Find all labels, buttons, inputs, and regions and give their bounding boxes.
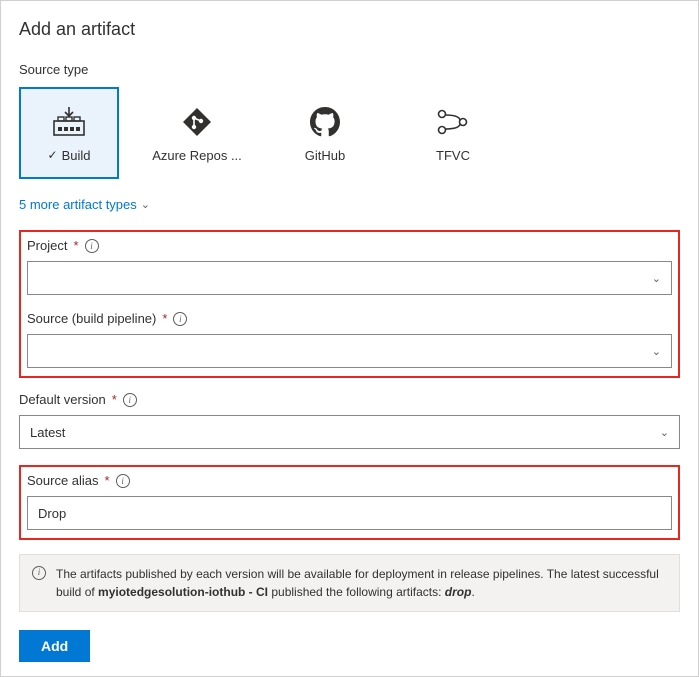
page-title: Add an artifact [19, 19, 680, 40]
source-pipeline-label: Source (build pipeline) [27, 311, 156, 326]
source-pipeline-field: Source (build pipeline) * i ⌄ [27, 311, 672, 368]
source-type-build-label: ✓ Build [48, 148, 91, 163]
info-icon[interactable]: i [116, 474, 130, 488]
chevron-down-icon: ⌄ [652, 272, 661, 285]
git-icon [182, 104, 212, 140]
info-banner: i The artifacts published by each versio… [19, 554, 680, 612]
source-type-tfvc-label: TFVC [436, 148, 470, 163]
source-type-tfvc[interactable]: TFVC [403, 87, 503, 179]
source-alias-field: Source alias * i Drop [27, 473, 672, 530]
project-dropdown[interactable]: ⌄ [27, 261, 672, 295]
default-version-dropdown[interactable]: Latest ⌄ [19, 415, 680, 449]
source-type-azure-repos[interactable]: Azure Repos ... [147, 87, 247, 179]
required-indicator: * [162, 311, 167, 326]
info-icon[interactable]: i [85, 239, 99, 253]
source-type-github-label: GitHub [305, 148, 345, 163]
build-icon [52, 104, 86, 140]
info-icon[interactable]: i [123, 393, 137, 407]
info-banner-text: The artifacts published by each version … [56, 565, 667, 601]
source-type-build[interactable]: ✓ Build [19, 87, 119, 179]
tfvc-icon [437, 104, 469, 140]
chevron-down-icon: ⌄ [652, 345, 661, 358]
source-pipeline-dropdown[interactable]: ⌄ [27, 334, 672, 368]
default-version-field: Default version * i Latest ⌄ [19, 392, 680, 449]
project-field: Project * i ⌄ [27, 238, 672, 295]
info-icon: i [32, 566, 46, 580]
project-label: Project [27, 238, 67, 253]
highlight-source-alias: Source alias * i Drop [19, 465, 680, 540]
source-alias-input[interactable]: Drop [27, 496, 672, 530]
required-indicator: * [73, 238, 78, 253]
source-type-row: ✓ Build Azure Repos ... GitHub [19, 87, 680, 179]
required-indicator: * [105, 473, 110, 488]
default-version-label: Default version [19, 392, 106, 407]
highlight-project-source: Project * i ⌄ Source (build pipeline) * … [19, 230, 680, 378]
required-indicator: * [112, 392, 117, 407]
github-icon [310, 104, 340, 140]
check-icon: ✓ [48, 148, 58, 162]
source-type-github[interactable]: GitHub [275, 87, 375, 179]
source-type-azure-repos-label: Azure Repos ... [152, 148, 242, 163]
add-button[interactable]: Add [19, 630, 90, 662]
more-artifact-types-link[interactable]: 5 more artifact types ⌄ [19, 197, 150, 212]
source-alias-label: Source alias [27, 473, 99, 488]
source-type-label: Source type [19, 62, 680, 77]
chevron-down-icon: ⌄ [141, 198, 150, 211]
info-icon[interactable]: i [173, 312, 187, 326]
chevron-down-icon: ⌄ [660, 426, 669, 439]
